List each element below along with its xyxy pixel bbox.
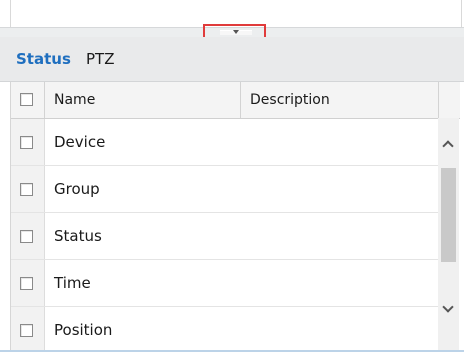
row-name: Device xyxy=(54,133,106,151)
tab-ptz[interactable]: PTZ xyxy=(86,50,114,68)
data-grid: Name Description Device Group Status Tim… xyxy=(10,82,461,350)
top-pane xyxy=(10,0,462,27)
row-checkbox[interactable] xyxy=(20,277,33,290)
table-row[interactable]: Device xyxy=(11,119,439,166)
table-row[interactable]: Status xyxy=(11,213,439,260)
column-header-name[interactable]: Name xyxy=(45,82,241,118)
row-checkbox-cell xyxy=(11,119,45,165)
row-name: Time xyxy=(54,274,91,292)
row-checkbox[interactable] xyxy=(20,136,33,149)
scroll-down-button[interactable] xyxy=(438,301,459,321)
tab-status[interactable]: Status xyxy=(16,50,71,68)
row-checkbox[interactable] xyxy=(20,230,33,243)
column-header-filler xyxy=(439,82,460,118)
table-row[interactable]: Position xyxy=(11,307,439,350)
row-checkbox-cell xyxy=(11,307,45,350)
row-checkbox-cell xyxy=(11,213,45,259)
scroll-thumb[interactable] xyxy=(441,168,456,262)
select-all-checkbox[interactable] xyxy=(20,93,33,106)
row-name: Status xyxy=(54,227,102,245)
chevron-up-icon xyxy=(442,140,454,152)
vertical-scrollbar[interactable] xyxy=(438,118,459,350)
row-checkbox-cell xyxy=(11,260,45,306)
table-row[interactable]: Group xyxy=(11,166,439,213)
row-name: Position xyxy=(54,321,113,339)
bottom-divider xyxy=(0,350,464,352)
column-header-description[interactable]: Description xyxy=(241,82,439,118)
chevron-down-icon xyxy=(442,301,454,313)
select-all-cell xyxy=(11,82,45,118)
scroll-up-button[interactable] xyxy=(438,136,459,156)
grid-header: Name Description xyxy=(11,82,460,119)
column-header-label: Description xyxy=(250,92,330,108)
row-name: Group xyxy=(54,180,100,198)
row-checkbox-cell xyxy=(11,166,45,212)
chevron-down-icon xyxy=(233,30,239,34)
table-row[interactable]: Time xyxy=(11,260,439,307)
row-checkbox[interactable] xyxy=(20,324,33,337)
splitter-collapse-button[interactable] xyxy=(220,30,252,35)
tab-bar: Status PTZ xyxy=(0,37,464,82)
column-header-label: Name xyxy=(54,92,96,108)
row-checkbox[interactable] xyxy=(20,183,33,196)
